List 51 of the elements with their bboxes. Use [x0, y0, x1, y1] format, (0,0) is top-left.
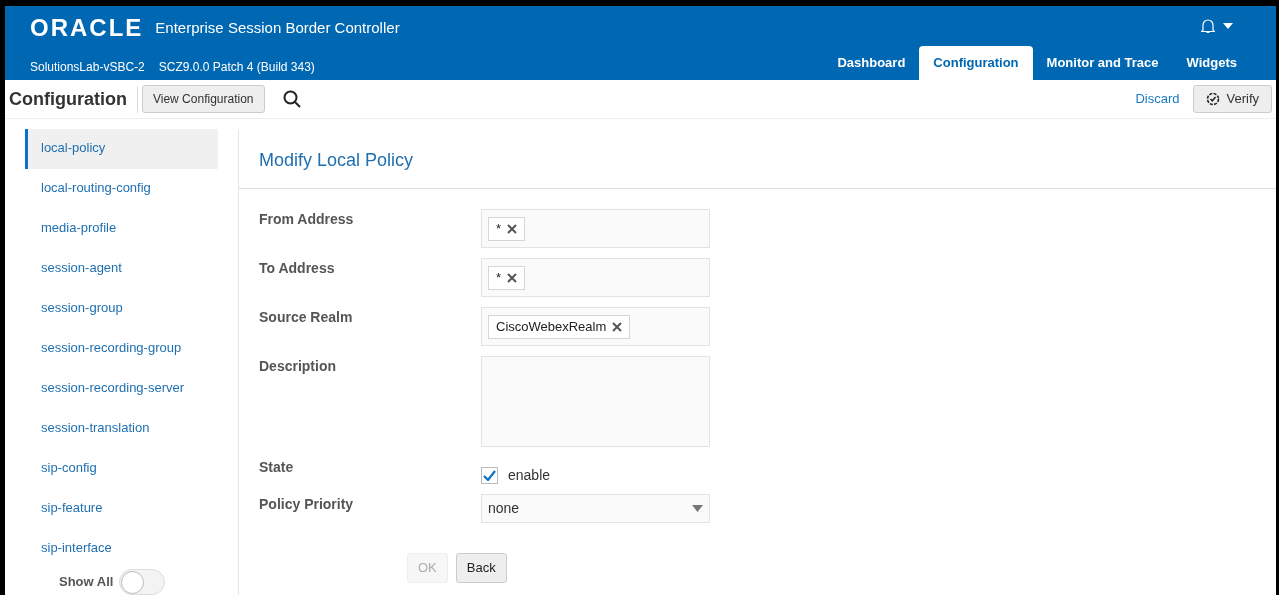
- field-label: Source Realm: [259, 308, 354, 327]
- caret-icon[interactable]: [1223, 23, 1233, 29]
- sidebar-item[interactable]: sip-feature: [25, 489, 218, 529]
- field-label: To Address: [259, 259, 336, 278]
- discard-link[interactable]: Discard: [1135, 89, 1180, 109]
- field-label: From Address: [259, 210, 355, 229]
- nav-tab[interactable]: Monitor and Trace: [1032, 46, 1173, 80]
- close-icon[interactable]: [507, 272, 518, 283]
- description-field[interactable]: [481, 356, 710, 447]
- toggle-switch[interactable]: [119, 569, 166, 595]
- sidebar-item[interactable]: session-group: [25, 289, 218, 329]
- nav-tab[interactable]: Widgets: [1172, 46, 1251, 80]
- sidebar-item[interactable]: session-recording-group: [25, 329, 218, 369]
- form-button[interactable]: Back: [455, 553, 507, 583]
- oracle-logo: ORACLE: [30, 16, 144, 40]
- version-text: SCZ9.0.0 Patch 4 (Build 343): [158, 59, 315, 76]
- field-label: Description: [259, 357, 337, 376]
- view-configuration-button[interactable]: View Configuration: [142, 85, 265, 113]
- page-title: Configuration: [5, 85, 138, 113]
- nav-tab[interactable]: Dashboard: [823, 46, 920, 80]
- sidebar-item[interactable]: sip-config: [25, 449, 218, 489]
- form-title: Modify Local Policy: [239, 129, 1276, 189]
- checkbox[interactable]: [481, 467, 498, 484]
- priority-select[interactable]: none: [481, 494, 710, 523]
- search-icon[interactable]: [282, 90, 301, 108]
- nav-tab[interactable]: Configuration: [919, 46, 1033, 80]
- sidebar-item[interactable]: session-translation: [25, 409, 218, 449]
- product-title: Enterprise Session Border Controller: [155, 17, 400, 38]
- show-all-label: Show All: [59, 573, 114, 592]
- tag-label: CiscoWebexRealm: [496, 317, 607, 336]
- device-name: SolutionsLab-vSBC-2: [30, 59, 145, 76]
- badge-check-icon: [1206, 92, 1221, 106]
- sidebar-item[interactable]: session-agent: [25, 249, 218, 289]
- caret-icon: [692, 505, 703, 512]
- sidebar-item[interactable]: session-recording-server: [25, 369, 218, 409]
- sidebar-item[interactable]: local-routing-config: [25, 169, 218, 209]
- sidebar-item[interactable]: local-policy: [25, 129, 218, 169]
- sidebar-item[interactable]: media-profile: [25, 209, 218, 249]
- field-label: Policy Priority: [259, 495, 355, 514]
- tag-input-field[interactable]: *: [481, 209, 710, 248]
- close-icon[interactable]: [507, 223, 518, 234]
- tag-label: *: [496, 268, 502, 287]
- tag-label: *: [496, 219, 502, 238]
- bell-icon[interactable]: [1201, 18, 1215, 34]
- tag-input-field[interactable]: CiscoWebexRealm: [481, 307, 710, 346]
- close-icon[interactable]: [612, 321, 623, 332]
- tag-input-field[interactable]: *: [481, 258, 710, 297]
- verify-button[interactable]: Verify: [1193, 85, 1272, 113]
- checkbox-label: enable: [508, 466, 551, 485]
- sidebar-item[interactable]: sip-interface: [25, 529, 218, 569]
- field-label: State: [259, 458, 295, 477]
